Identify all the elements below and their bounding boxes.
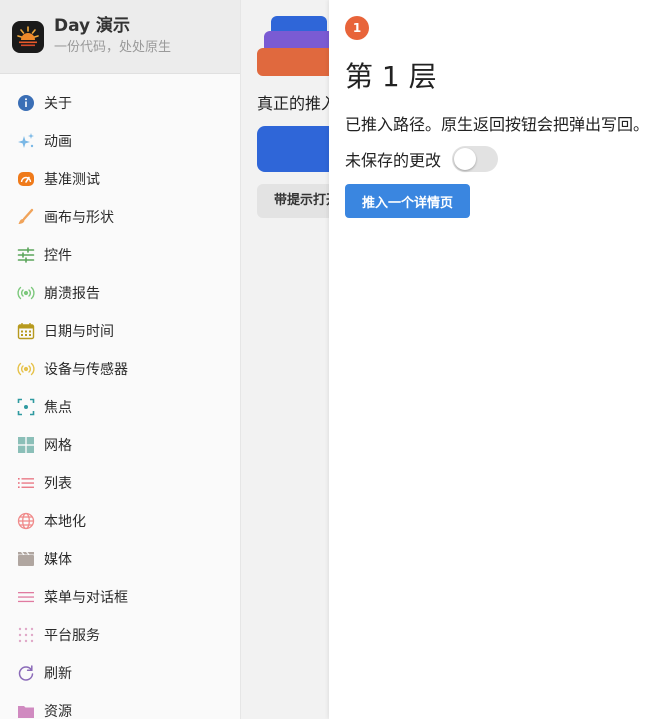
section-heading: 真正的推入 (257, 94, 338, 113)
sidebar-item-label: 媒体 (44, 552, 72, 568)
sidebar-item-animation[interactable]: 动画 (0, 122, 240, 160)
refresh-icon (17, 664, 35, 682)
push-detail-button[interactable]: 推入一个详情页 (345, 184, 470, 218)
sidebar-item-label: 基准测试 (44, 172, 100, 188)
sidebar-nav: 关于 动画 基准测试 画布与形状 控件 崩溃报告 日期与时间 设备与传感器 焦点… (0, 84, 240, 719)
sidebar-item-label: 焦点 (44, 400, 72, 416)
sidebar-item-label: 画布与形状 (44, 210, 114, 226)
sidebar-item-label: 控件 (44, 248, 72, 264)
sidebar-item-date-time[interactable]: 日期与时间 (0, 312, 240, 350)
app-logo-icon (12, 20, 44, 53)
sidebar-item-label: 网格 (44, 438, 72, 454)
app-subtitle: 一份代码，处处原生 (54, 40, 172, 55)
sidebar-item-refresh[interactable]: 刷新 (0, 654, 240, 692)
sidebar-item-resources[interactable]: 资源 (0, 692, 240, 719)
sidebar-item-platform-services[interactable]: 平台服务 (0, 616, 240, 654)
sparkles-icon (17, 132, 35, 150)
grid-icon (17, 436, 35, 454)
dots-grid-icon (17, 626, 35, 644)
sensor-icon (17, 360, 35, 378)
sidebar-item-label: 列表 (44, 476, 72, 492)
sidebar-item-label: 崩溃报告 (44, 286, 100, 302)
toggle-knob (454, 148, 477, 170)
sidebar-item-benchmark[interactable]: 基准测试 (0, 160, 240, 198)
sidebar-item-menus-dialogs[interactable]: 菜单与对话框 (0, 578, 240, 616)
sidebar-item-label: 本地化 (44, 514, 86, 530)
sidebar-item-crash-reports[interactable]: 崩溃报告 (0, 274, 240, 312)
info-icon (17, 94, 35, 112)
menu-icon (17, 588, 35, 606)
sidebar-item-focus[interactable]: 焦点 (0, 388, 240, 426)
detail-panel: 1 第 1 层 已推入路径。原生返回按钮会把弹出写回。 未保存的更改 推入一个详… (329, 0, 657, 719)
clapperboard-icon (17, 550, 35, 568)
sidebar-item-label: 日期与时间 (44, 324, 114, 340)
brush-icon (17, 208, 35, 226)
sidebar-item-label: 刷新 (44, 666, 72, 682)
sliders-icon (17, 246, 35, 264)
focus-icon (17, 398, 35, 416)
layer-badge: 1 (345, 16, 369, 40)
sidebar-item-label: 菜单与对话框 (44, 590, 128, 606)
calendar-icon (17, 322, 35, 340)
globe-icon (17, 512, 35, 530)
sidebar-item-media[interactable]: 媒体 (0, 540, 240, 578)
sidebar-item-grid[interactable]: 网格 (0, 426, 240, 464)
sidebar: Day 演示 一份代码，处处原生 关于 动画 基准测试 画布与形状 控件 崩溃报… (0, 0, 241, 719)
sidebar-header: Day 演示 一份代码，处处原生 (0, 0, 240, 74)
page-title: 第 1 层 (345, 60, 437, 93)
sidebar-item-label: 动画 (44, 134, 72, 150)
radio-waves-icon (17, 284, 35, 302)
sidebar-item-controls[interactable]: 控件 (0, 236, 240, 274)
sidebar-item-label: 关于 (44, 96, 72, 112)
unsaved-changes-label: 未保存的更改 (345, 151, 442, 170)
unsaved-changes-row: 未保存的更改 (345, 146, 499, 172)
list-icon (17, 474, 35, 492)
sidebar-item-label: 平台服务 (44, 628, 100, 644)
sidebar-item-label: 设备与传感器 (44, 362, 128, 378)
folder-icon (17, 702, 35, 719)
sidebar-item-list[interactable]: 列表 (0, 464, 240, 502)
sidebar-item-about[interactable]: 关于 (0, 84, 240, 122)
sidebar-item-device-sensors[interactable]: 设备与传感器 (0, 350, 240, 388)
sidebar-item-label: 资源 (44, 704, 72, 719)
sidebar-item-canvas[interactable]: 画布与形状 (0, 198, 240, 236)
speedometer-icon (17, 170, 35, 188)
app-name: Day 演示 (54, 16, 131, 36)
description-text: 已推入路径。原生返回按钮会把弹出写回。 (345, 115, 650, 134)
unsaved-changes-toggle[interactable] (452, 146, 499, 172)
main-content: 真正的推入 带提示打开 (241, 0, 341, 719)
sidebar-item-localization[interactable]: 本地化 (0, 502, 240, 540)
